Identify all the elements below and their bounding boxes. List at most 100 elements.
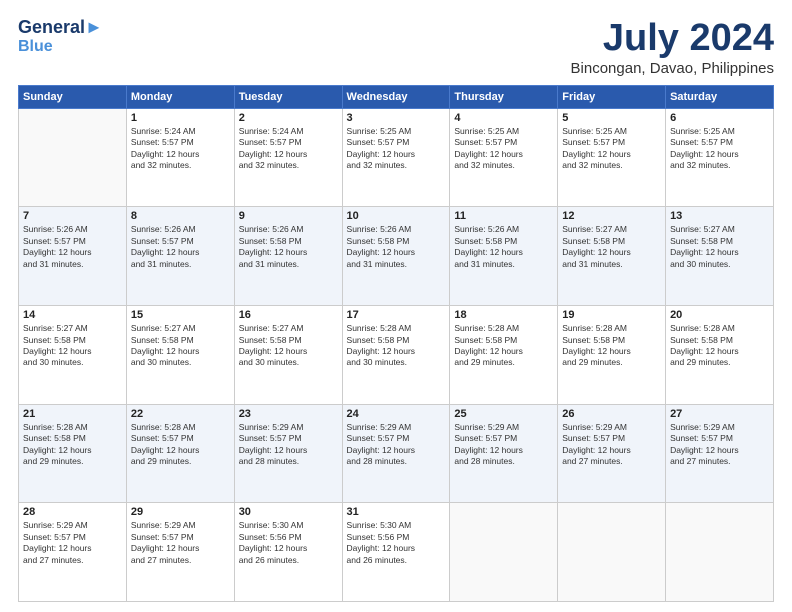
day-info: Sunrise: 5:28 AM Sunset: 5:58 PM Dayligh… bbox=[347, 323, 446, 369]
calendar-week-3: 14 Sunrise: 5:27 AM Sunset: 5:58 PM Dayli… bbox=[19, 306, 774, 405]
calendar-cell: 25 Sunrise: 5:29 AM Sunset: 5:57 PM Dayli… bbox=[450, 404, 558, 503]
day-info: Sunrise: 5:24 AM Sunset: 5:57 PM Dayligh… bbox=[131, 126, 230, 172]
day-info: Sunrise: 5:28 AM Sunset: 5:58 PM Dayligh… bbox=[23, 422, 122, 468]
weekday-header-tuesday: Tuesday bbox=[234, 85, 342, 108]
day-info: Sunrise: 5:27 AM Sunset: 5:58 PM Dayligh… bbox=[131, 323, 230, 369]
day-number: 11 bbox=[454, 210, 553, 222]
logo-icon: General► Blue bbox=[18, 18, 103, 55]
day-number: 23 bbox=[239, 408, 338, 420]
calendar-week-2: 7 Sunrise: 5:26 AM Sunset: 5:57 PM Daylig… bbox=[19, 207, 774, 306]
logo-blue: ► bbox=[85, 17, 103, 37]
weekday-header-friday: Friday bbox=[558, 85, 666, 108]
calendar-cell: 31 Sunrise: 5:30 AM Sunset: 5:56 PM Dayli… bbox=[342, 503, 450, 602]
weekday-header-row: SundayMondayTuesdayWednesdayThursdayFrid… bbox=[19, 85, 774, 108]
logo: General► Blue bbox=[18, 18, 103, 55]
calendar-cell: 24Sunrise: 5:29 AM Sunset: 5:57 PM Dayli… bbox=[342, 404, 450, 503]
calendar-cell: 5Sunrise: 5:25 AM Sunset: 5:57 PM Daylig… bbox=[558, 108, 666, 207]
day-number: 12 bbox=[562, 210, 661, 222]
calendar-cell: 20 Sunrise: 5:28 AM Sunset: 5:58 PM Dayli… bbox=[666, 306, 774, 405]
day-number: 30 bbox=[239, 506, 338, 518]
page: General► Blue July 2024 Bincongan, Davao… bbox=[0, 0, 792, 612]
day-number: 26 bbox=[562, 408, 661, 420]
calendar-cell: 27 Sunrise: 5:29 AM Sunset: 5:57 PM Dayli… bbox=[666, 404, 774, 503]
calendar-cell bbox=[19, 108, 127, 207]
day-info: Sunrise: 5:26 AM Sunset: 5:57 PM Dayligh… bbox=[23, 224, 122, 270]
header: General► Blue July 2024 Bincongan, Davao… bbox=[18, 18, 774, 77]
day-number: 3 bbox=[347, 112, 446, 124]
day-number: 14 bbox=[23, 309, 122, 321]
day-info: Sunrise: 5:27 AM Sunset: 5:58 PM Dayligh… bbox=[670, 224, 769, 270]
day-number: 22 bbox=[131, 408, 230, 420]
day-info: Sunrise: 5:30 AM Sunset: 5:56 PM Dayligh… bbox=[347, 520, 446, 566]
calendar-cell: 17 Sunrise: 5:28 AM Sunset: 5:58 PM Dayli… bbox=[342, 306, 450, 405]
day-number: 17 bbox=[347, 309, 446, 321]
calendar-cell bbox=[666, 503, 774, 602]
day-info: Sunrise: 5:29 AM Sunset: 5:57 PM Dayligh… bbox=[23, 520, 122, 566]
day-number: 1 bbox=[131, 112, 230, 124]
calendar-cell: 12 Sunrise: 5:27 AM Sunset: 5:58 PM Dayli… bbox=[558, 207, 666, 306]
day-number: 9 bbox=[239, 210, 338, 222]
day-number: 15 bbox=[131, 309, 230, 321]
calendar-cell: 7 Sunrise: 5:26 AM Sunset: 5:57 PM Daylig… bbox=[19, 207, 127, 306]
day-info: Sunrise: 5:24 AM Sunset: 5:57 PM Dayligh… bbox=[239, 126, 338, 172]
day-info: Sunrise: 5:28 AM Sunset: 5:58 PM Dayligh… bbox=[562, 323, 661, 369]
day-info: Sunrise: 5:29 AM Sunset: 5:57 PM Dayligh… bbox=[239, 422, 338, 468]
calendar-cell: 22 Sunrise: 5:28 AM Sunset: 5:57 PM Dayli… bbox=[126, 404, 234, 503]
calendar-cell bbox=[450, 503, 558, 602]
calendar-cell: 10Sunrise: 5:26 AM Sunset: 5:58 PM Dayli… bbox=[342, 207, 450, 306]
day-number: 2 bbox=[239, 112, 338, 124]
location: Bincongan, Davao, Philippines bbox=[571, 60, 774, 77]
day-number: 16 bbox=[239, 309, 338, 321]
day-info: Sunrise: 5:25 AM Sunset: 5:57 PM Dayligh… bbox=[347, 126, 446, 172]
day-info: Sunrise: 5:26 AM Sunset: 5:58 PM Dayligh… bbox=[239, 224, 338, 270]
calendar-cell: 30 Sunrise: 5:30 AM Sunset: 5:56 PM Dayli… bbox=[234, 503, 342, 602]
weekday-header-monday: Monday bbox=[126, 85, 234, 108]
calendar-cell: 6Sunrise: 5:25 AM Sunset: 5:57 PM Daylig… bbox=[666, 108, 774, 207]
calendar-cell: 4 Sunrise: 5:25 AM Sunset: 5:57 PM Daylig… bbox=[450, 108, 558, 207]
calendar-cell: 28Sunrise: 5:29 AM Sunset: 5:57 PM Dayli… bbox=[19, 503, 127, 602]
day-info: Sunrise: 5:26 AM Sunset: 5:57 PM Dayligh… bbox=[131, 224, 230, 270]
day-info: Sunrise: 5:29 AM Sunset: 5:57 PM Dayligh… bbox=[562, 422, 661, 468]
day-info: Sunrise: 5:27 AM Sunset: 5:58 PM Dayligh… bbox=[23, 323, 122, 369]
day-number: 20 bbox=[670, 309, 769, 321]
day-number: 31 bbox=[347, 506, 446, 518]
day-info: Sunrise: 5:27 AM Sunset: 5:58 PM Dayligh… bbox=[562, 224, 661, 270]
calendar-cell: 16 Sunrise: 5:27 AM Sunset: 5:58 PM Dayli… bbox=[234, 306, 342, 405]
calendar-cell: 8 Sunrise: 5:26 AM Sunset: 5:57 PM Daylig… bbox=[126, 207, 234, 306]
calendar-cell bbox=[558, 503, 666, 602]
day-number: 25 bbox=[454, 408, 553, 420]
day-number: 8 bbox=[131, 210, 230, 222]
calendar-week-5: 28Sunrise: 5:29 AM Sunset: 5:57 PM Dayli… bbox=[19, 503, 774, 602]
calendar-table: SundayMondayTuesdayWednesdayThursdayFrid… bbox=[18, 85, 774, 602]
day-info: Sunrise: 5:27 AM Sunset: 5:58 PM Dayligh… bbox=[239, 323, 338, 369]
calendar-cell: 14 Sunrise: 5:27 AM Sunset: 5:58 PM Dayli… bbox=[19, 306, 127, 405]
weekday-header-thursday: Thursday bbox=[450, 85, 558, 108]
calendar-cell: 26 Sunrise: 5:29 AM Sunset: 5:57 PM Dayli… bbox=[558, 404, 666, 503]
day-info: Sunrise: 5:29 AM Sunset: 5:57 PM Dayligh… bbox=[670, 422, 769, 468]
day-number: 24 bbox=[347, 408, 446, 420]
day-info: Sunrise: 5:26 AM Sunset: 5:58 PM Dayligh… bbox=[454, 224, 553, 270]
calendar-cell: 18Sunrise: 5:28 AM Sunset: 5:58 PM Dayli… bbox=[450, 306, 558, 405]
day-number: 21 bbox=[23, 408, 122, 420]
day-info: Sunrise: 5:28 AM Sunset: 5:57 PM Dayligh… bbox=[131, 422, 230, 468]
weekday-header-sunday: Sunday bbox=[19, 85, 127, 108]
title-block: July 2024 Bincongan, Davao, Philippines bbox=[571, 18, 774, 77]
calendar-week-1: 1 Sunrise: 5:24 AM Sunset: 5:57 PM Daylig… bbox=[19, 108, 774, 207]
day-info: Sunrise: 5:30 AM Sunset: 5:56 PM Dayligh… bbox=[239, 520, 338, 566]
day-number: 27 bbox=[670, 408, 769, 420]
day-info: Sunrise: 5:25 AM Sunset: 5:57 PM Dayligh… bbox=[454, 126, 553, 172]
day-info: Sunrise: 5:25 AM Sunset: 5:57 PM Dayligh… bbox=[670, 126, 769, 172]
day-number: 4 bbox=[454, 112, 553, 124]
calendar-cell: 23 Sunrise: 5:29 AM Sunset: 5:57 PM Dayli… bbox=[234, 404, 342, 503]
day-info: Sunrise: 5:29 AM Sunset: 5:57 PM Dayligh… bbox=[454, 422, 553, 468]
day-info: Sunrise: 5:28 AM Sunset: 5:58 PM Dayligh… bbox=[454, 323, 553, 369]
day-number: 13 bbox=[670, 210, 769, 222]
logo-text-line2: Blue bbox=[18, 38, 103, 56]
weekday-header-wednesday: Wednesday bbox=[342, 85, 450, 108]
calendar-cell: 2 Sunrise: 5:24 AM Sunset: 5:57 PM Daylig… bbox=[234, 108, 342, 207]
day-number: 7 bbox=[23, 210, 122, 222]
weekday-header-saturday: Saturday bbox=[666, 85, 774, 108]
calendar-cell: 3 Sunrise: 5:25 AM Sunset: 5:57 PM Daylig… bbox=[342, 108, 450, 207]
day-info: Sunrise: 5:29 AM Sunset: 5:57 PM Dayligh… bbox=[131, 520, 230, 566]
day-info: Sunrise: 5:28 AM Sunset: 5:58 PM Dayligh… bbox=[670, 323, 769, 369]
